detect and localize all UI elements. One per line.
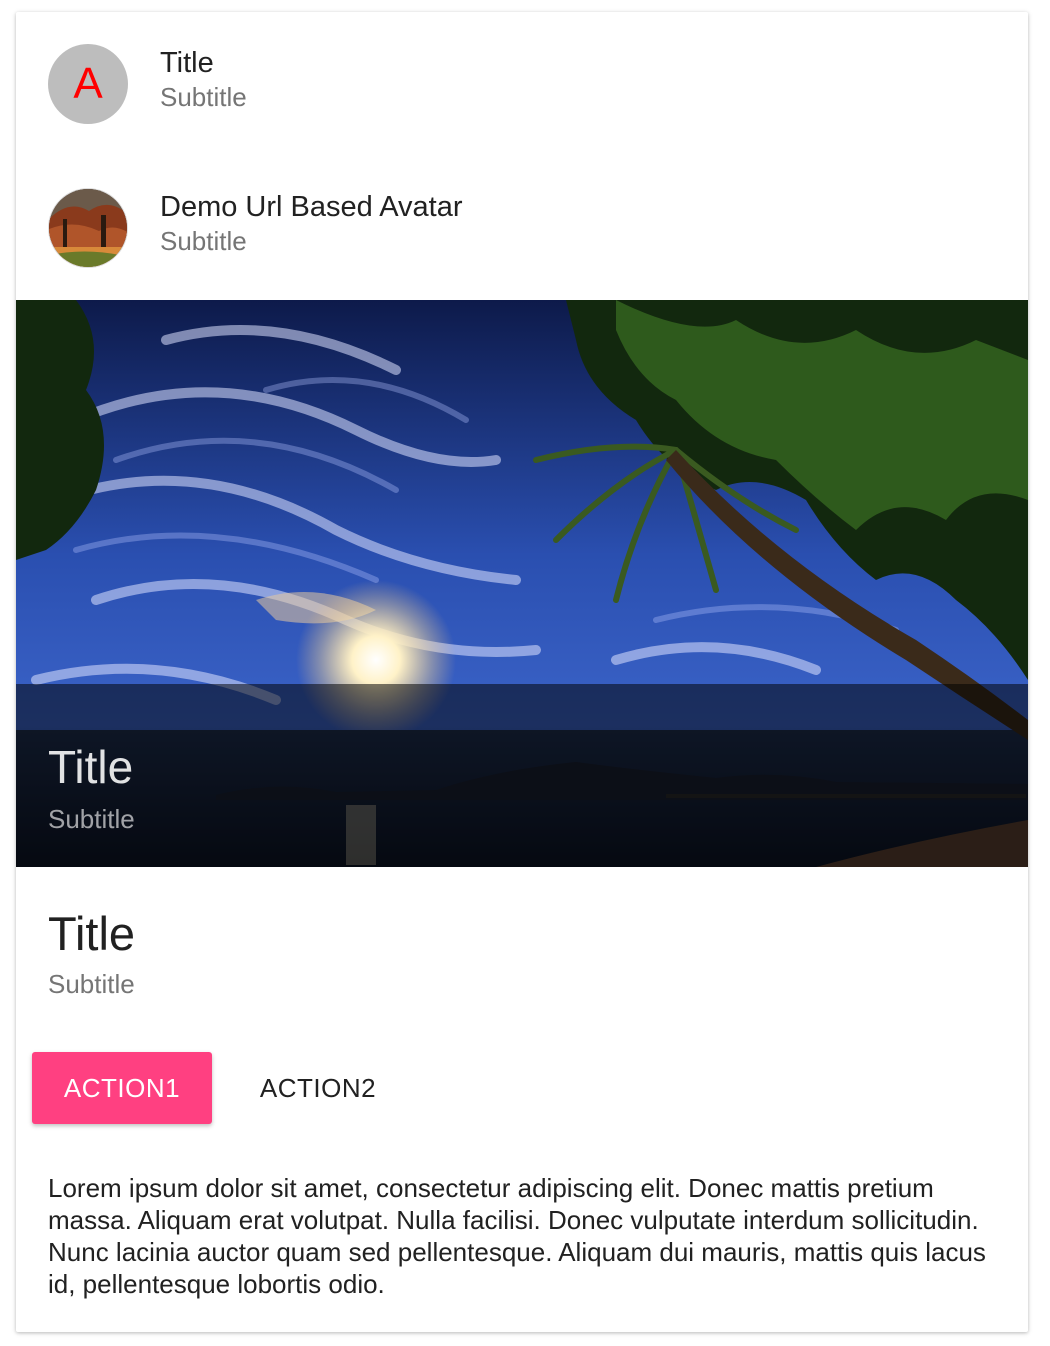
card-header-text: Title Subtitle: [160, 46, 247, 114]
card: A Title Subtitle Demo Url Based Avatar S…: [16, 12, 1028, 1332]
card-media: Title Subtitle: [16, 300, 1028, 867]
card-title: Title: [48, 907, 136, 960]
card-subtitle: Subtitle: [48, 969, 135, 999]
card-header-title: Demo Url Based Avatar: [160, 191, 463, 223]
landscape-photo-avatar-icon: [49, 189, 127, 267]
card-header-url-avatar: Demo Url Based Avatar Subtitle: [16, 156, 1028, 300]
url-avatar-image: [48, 188, 128, 268]
overlay-title: Title: [48, 741, 134, 793]
media-overlay: Title Subtitle: [16, 684, 1028, 867]
card-text: Lorem ipsum dolor sit amet, consectetur …: [48, 1173, 986, 1299]
letter-avatar: A: [48, 44, 128, 124]
action2-button[interactable]: ACTION2: [228, 1052, 408, 1124]
card-header-subtitle: Subtitle: [160, 82, 247, 112]
action1-button[interactable]: ACTION1: [32, 1052, 212, 1124]
card-header-title: Title: [160, 47, 214, 79]
card-header-subtitle: Subtitle: [160, 226, 247, 256]
overlay-subtitle: Subtitle: [48, 804, 135, 834]
card-header-text: Demo Url Based Avatar Subtitle: [160, 190, 463, 258]
card-title-block: Title Subtitle: [48, 905, 135, 1001]
card-header-letter-avatar: A Title Subtitle: [16, 12, 1028, 156]
